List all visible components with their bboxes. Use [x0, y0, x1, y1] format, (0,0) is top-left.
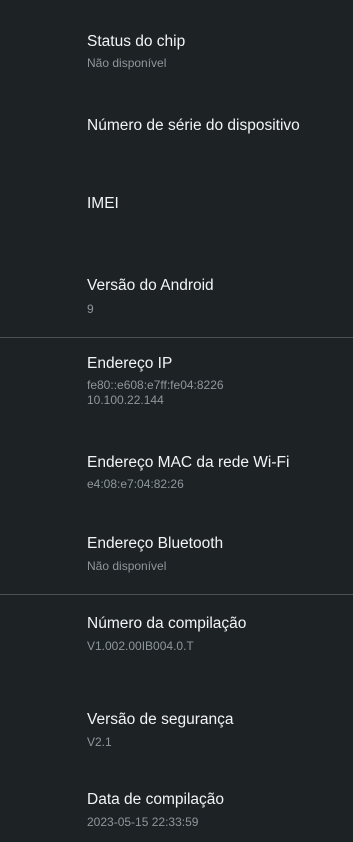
- list-item-wifi-mac[interactable]: Endereço MAC da rede Wi-Fi e4:08:e7:04:8…: [0, 440, 353, 510]
- list-item-title: Versão de segurança: [87, 711, 234, 728]
- list-item-chip-status[interactable]: Status do chip Não disponível: [0, 22, 353, 82]
- list-item-title: Número da compilação: [87, 615, 247, 632]
- list-item-title: IMEI: [87, 195, 119, 212]
- list-item-title: Número de série do dispositivo: [87, 117, 300, 134]
- list-item-title: Versão do Android: [87, 277, 214, 294]
- list-item-ip-address[interactable]: Endereço IP fe80::e608:e7ff:fe04:8226 10…: [0, 345, 353, 425]
- section-divider: [0, 594, 353, 595]
- list-item-title: Endereço Bluetooth: [87, 535, 224, 552]
- list-item-subtitle: fe80::e608:e7ff:fe04:8226: [87, 378, 224, 392]
- section-divider: [0, 337, 353, 338]
- list-item-subtitle-secondary: 10.100.22.144: [87, 393, 164, 407]
- list-item-title: Data de compilação: [87, 791, 224, 808]
- list-item-subtitle: V1.002.00IB004.0.T: [87, 639, 194, 653]
- list-item-imei[interactable]: IMEI: [0, 182, 353, 242]
- list-item-serial-number[interactable]: Número de série do dispositivo: [0, 104, 353, 164]
- list-item-title: Endereço MAC da rede Wi-Fi: [87, 454, 290, 471]
- list-item-subtitle: Não disponível: [87, 56, 167, 70]
- list-item-subtitle: Não disponível: [87, 559, 167, 573]
- list-item-subtitle: 9: [87, 302, 94, 316]
- list-item-android-version[interactable]: Versão do Android 9: [0, 264, 353, 328]
- list-item-security-version[interactable]: Versão de segurança V2.1: [0, 700, 353, 770]
- list-item-title: Status do chip: [87, 33, 186, 50]
- device-info-list: Status do chip Não disponível Número de …: [0, 0, 353, 842]
- list-item-build-date[interactable]: Data de compilação 2023-05-15 22:33:59: [0, 780, 353, 840]
- list-item-title: Endereço IP: [87, 355, 173, 372]
- list-item-bluetooth-address[interactable]: Endereço Bluetooth Não disponível: [0, 524, 353, 584]
- list-item-build-number[interactable]: Número da compilação V1.002.00IB004.0.T: [0, 604, 353, 674]
- list-item-subtitle: V2.1: [87, 735, 112, 749]
- list-item-subtitle: e4:08:e7:04:82:26: [87, 477, 184, 491]
- list-item-subtitle: 2023-05-15 22:33:59: [87, 815, 199, 829]
